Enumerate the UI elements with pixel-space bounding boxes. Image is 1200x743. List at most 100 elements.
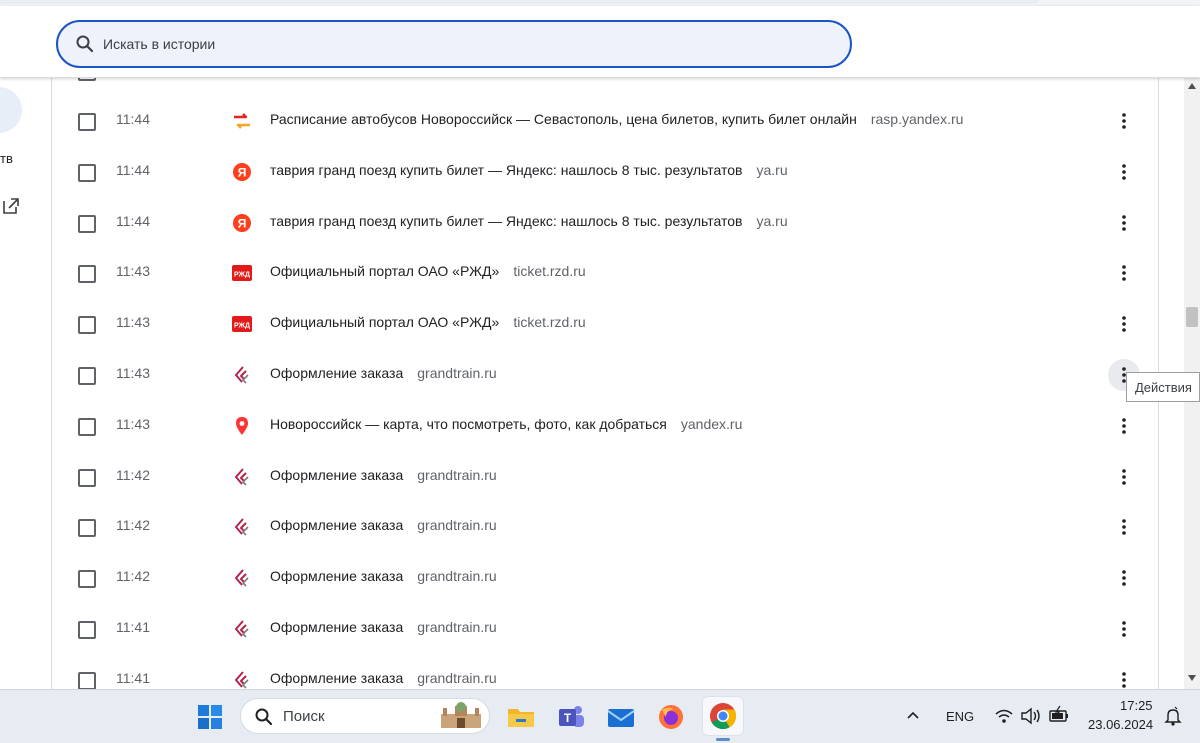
row-actions-button[interactable] bbox=[1108, 562, 1140, 594]
svg-text:РЖД: РЖД bbox=[234, 272, 250, 279]
chevron-up-icon[interactable] bbox=[906, 710, 920, 720]
scroll-down-arrow-icon[interactable] bbox=[1188, 675, 1196, 681]
history-entry-link[interactable]: Оформление заказа grandtrain.ru bbox=[270, 365, 497, 381]
row-actions-button[interactable] bbox=[1108, 207, 1140, 239]
history-search-input[interactable] bbox=[101, 35, 705, 53]
more-vert-icon bbox=[1122, 417, 1126, 434]
history-entry-link[interactable]: Официальный портал ОАО «РЖД» ticket.rzd.r… bbox=[270, 314, 586, 330]
row-actions-button[interactable] bbox=[1108, 308, 1140, 340]
row-checkbox[interactable] bbox=[78, 214, 96, 233]
history-row[interactable]: 11:44 Ятаврия гранд поезд купить билет — … bbox=[52, 148, 1158, 198]
history-row[interactable]: 11:42 Оформление заказа grandtrain.ru bbox=[52, 503, 1158, 553]
history-entry-link[interactable]: Оформление заказа grandtrain.ru bbox=[270, 517, 497, 533]
history-row[interactable]: 11:44 Ятаврия гранд поезд купить билет — … bbox=[52, 199, 1158, 249]
history-row[interactable]: 11:42 Оформление заказа grandtrain.ru bbox=[52, 453, 1158, 503]
wifi-icon[interactable] bbox=[994, 707, 1014, 725]
entry-domain: grandtrain.ru bbox=[417, 517, 497, 534]
more-vert-icon bbox=[1122, 570, 1126, 586]
row-checkbox[interactable] bbox=[78, 113, 96, 131]
yandex-icon: Я bbox=[232, 162, 252, 182]
row-checkbox[interactable] bbox=[78, 671, 96, 689]
open-in-new-icon[interactable] bbox=[2, 197, 20, 215]
history-entry-link[interactable]: Новороссийск — карта, что посмотреть, фо… bbox=[270, 416, 742, 432]
visit-time: 11:43 bbox=[116, 415, 150, 432]
history-search-box[interactable] bbox=[56, 20, 852, 68]
start-button[interactable] bbox=[193, 700, 227, 734]
entry-title: Официальный портал ОАО «РЖД» bbox=[270, 263, 500, 280]
visit-time: 11:41 bbox=[116, 619, 150, 635]
row-checkbox[interactable] bbox=[78, 367, 96, 385]
sidebar: тв bbox=[0, 77, 50, 689]
row-actions-button[interactable] bbox=[1108, 156, 1140, 188]
history-row[interactable]: 11:43 Оформление заказа grandtrain.ru bbox=[52, 351, 1158, 401]
history-entry-link[interactable]: таврия гранд поезд купить билет — Яндекс… bbox=[270, 213, 788, 229]
history-entry-link[interactable]: Официальный портал ОАО «РЖД» ticket.rzd.r… bbox=[270, 263, 586, 279]
mail-button[interactable] bbox=[604, 700, 638, 734]
row-actions-button[interactable] bbox=[1108, 410, 1140, 442]
history-row[interactable]: 11:43 РЖД Официальный портал ОАО «РЖД» tick… bbox=[52, 249, 1158, 299]
entry-title: Оформление заказа bbox=[270, 568, 404, 585]
row-actions-button[interactable] bbox=[1108, 257, 1140, 289]
history-entry-link[interactable]: таврия гранд поезд купить билет — Яндекс… bbox=[270, 162, 788, 178]
row-checkbox[interactable] bbox=[78, 417, 96, 436]
row-checkbox[interactable] bbox=[78, 570, 96, 589]
visit-time: 11:42 bbox=[116, 466, 150, 483]
scrollbar-thumb[interactable] bbox=[1186, 307, 1198, 327]
row-actions-button[interactable] bbox=[1108, 613, 1140, 645]
entry-domain: grandtrain.ru bbox=[417, 669, 497, 686]
teams-button[interactable]: T bbox=[554, 700, 588, 734]
history-entry-link[interactable]: Оформление заказа grandtrain.ru bbox=[270, 670, 497, 686]
sidebar-item-history[interactable] bbox=[0, 87, 22, 133]
keyboard-language[interactable]: ENG bbox=[946, 709, 974, 724]
history-row[interactable]: 11:41 Оформление заказа grandtrain.ru bbox=[52, 656, 1158, 689]
row-checkbox[interactable] bbox=[78, 265, 96, 284]
visit-time: 11:43 bbox=[116, 314, 150, 331]
history-entry-link[interactable]: Оформление заказа grandtrain.ru bbox=[270, 467, 497, 483]
history-row[interactable]: 11:42 Оформление заказа grandtrain.ru bbox=[52, 554, 1158, 604]
history-row[interactable]: 11:44 Расписание автобусов Новороссийск —… bbox=[52, 97, 1158, 147]
history-row[interactable]: 11:41 Оформление заказа grandtrain.ru bbox=[52, 605, 1158, 655]
row-checkbox[interactable] bbox=[78, 316, 96, 335]
clock-time[interactable]: 17:25 bbox=[1120, 698, 1153, 713]
grandtrain-icon bbox=[232, 517, 252, 537]
file-explorer-button[interactable] bbox=[504, 700, 538, 734]
teams-icon: T bbox=[559, 706, 584, 727]
entry-title: Оформление заказа bbox=[270, 669, 404, 686]
entry-title: таврия гранд поезд купить билет — Яндекс… bbox=[270, 212, 743, 229]
volume-icon[interactable] bbox=[1020, 707, 1042, 725]
row-checkbox[interactable] bbox=[78, 163, 96, 182]
chrome-button[interactable] bbox=[702, 696, 744, 736]
partial-history-row bbox=[52, 77, 1158, 97]
visit-time: 11:44 bbox=[116, 212, 150, 229]
notification-bell-icon[interactable] bbox=[1164, 706, 1182, 726]
history-entry-link[interactable]: Оформление заказа grandtrain.ru bbox=[270, 568, 497, 584]
firefox-button[interactable] bbox=[654, 700, 688, 734]
search-icon bbox=[76, 35, 94, 53]
entry-domain: ticket.rzd.ru bbox=[513, 314, 586, 331]
entry-domain: ya.ru bbox=[756, 212, 788, 229]
map-pin-icon bbox=[232, 416, 252, 436]
battery-icon[interactable] bbox=[1048, 705, 1070, 725]
more-vert-icon bbox=[1122, 113, 1126, 129]
clock-date[interactable]: 23.06.2024 bbox=[1088, 717, 1153, 732]
scroll-up-arrow-icon[interactable] bbox=[1188, 83, 1196, 89]
grandtrain-icon bbox=[232, 670, 252, 689]
row-actions-button[interactable] bbox=[1108, 461, 1140, 493]
taskbar-search[interactable]: Поиск bbox=[240, 698, 490, 734]
row-checkbox[interactable] bbox=[78, 621, 96, 639]
history-entry-link[interactable]: Оформление заказа grandtrain.ru bbox=[270, 619, 497, 635]
history-entry-link[interactable]: Расписание автобусов Новороссийск — Сева… bbox=[270, 111, 963, 127]
row-checkbox[interactable] bbox=[78, 468, 96, 487]
row-checkbox[interactable] bbox=[78, 519, 96, 538]
row-actions-button[interactable] bbox=[1108, 664, 1140, 689]
row-actions-button[interactable] bbox=[1108, 105, 1140, 137]
entry-domain: yandex.ru bbox=[680, 415, 743, 432]
entry-title: Оформление заказа bbox=[270, 365, 404, 381]
rasp-icon bbox=[232, 111, 252, 131]
visit-time: 11:44 bbox=[116, 111, 150, 127]
history-row[interactable]: 11:43 Новороссийск — карта, что посмотрет… bbox=[52, 402, 1158, 452]
sidebar-item-label[interactable]: тв bbox=[0, 151, 13, 166]
row-actions-button[interactable] bbox=[1108, 511, 1140, 543]
history-row[interactable]: 11:43 РЖД Официальный портал ОАО «РЖД» tick… bbox=[52, 300, 1158, 350]
more-vert-icon bbox=[1122, 621, 1126, 637]
